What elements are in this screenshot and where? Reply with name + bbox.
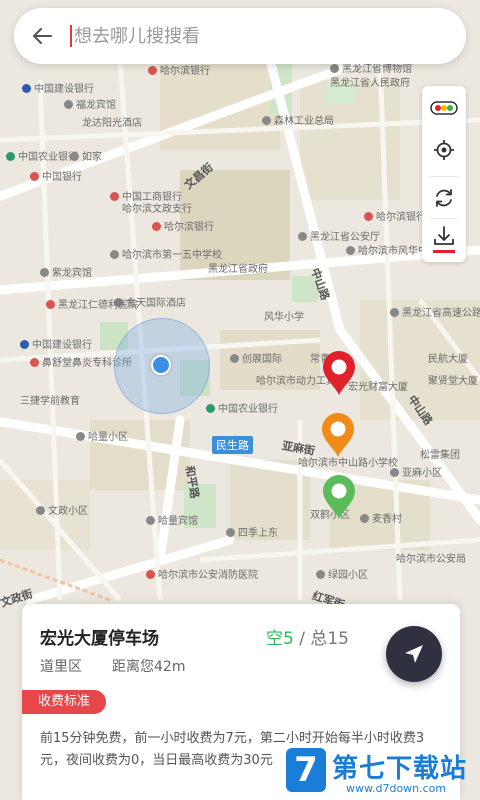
navigate-button[interactable]: [386, 626, 442, 682]
road-tag: 民生路: [212, 436, 253, 454]
watermark-url: www.d7down.com: [346, 782, 447, 795]
total-spaces: / 总15: [293, 629, 349, 649]
poi-label: 风华小学: [264, 312, 304, 323]
poi-label: 黑龙江仁德利医院: [46, 300, 138, 312]
navigation-arrow-icon: [405, 645, 423, 663]
locate-me-button[interactable]: [422, 130, 466, 170]
poi-label: 宏光财富大厦: [348, 382, 408, 393]
current-location-dot: [151, 355, 171, 375]
parking-district: 道里区: [40, 659, 82, 675]
parking-marker-red[interactable]: [321, 350, 357, 396]
toolbar-divider: [430, 218, 458, 219]
poi-label: 黑龙江省公安厅: [298, 232, 380, 244]
poi-label: 哈尔滨市中山路小学校: [298, 458, 398, 469]
poi-label: 如家: [70, 152, 102, 164]
poi-label: 哈尔滨文政支行: [122, 204, 192, 215]
poi-label: 黑龙江省人民政府: [330, 78, 410, 89]
poi-label: 黑龙江省博物馆: [330, 64, 412, 76]
toolbar-divider: [430, 176, 458, 177]
poi-label: 民航大厦: [428, 354, 468, 365]
poi-label: 聚贤堂大厦: [428, 376, 478, 387]
watermark-logo: 7: [286, 748, 326, 792]
map-toolbar: [422, 86, 466, 262]
back-button[interactable]: [14, 8, 70, 64]
poi-label: 亚麻小区: [390, 468, 442, 480]
refresh-button[interactable]: [422, 178, 466, 218]
text-cursor: [70, 25, 72, 47]
poi-label: 中国建设银行: [22, 84, 94, 96]
poi-label: 文政小区: [36, 506, 88, 518]
poi-label: 三捷学前教育: [20, 396, 80, 407]
poi-label: 麦香村: [360, 514, 402, 526]
poi-label: 哈尔滨市公安局: [396, 554, 466, 565]
parking-marker-green[interactable]: [321, 474, 357, 520]
poi-label: 哈尔滨银行: [148, 66, 210, 78]
parking-marker-orange[interactable]: [320, 412, 356, 458]
search-input[interactable]: [74, 25, 414, 47]
traffic-toggle-button[interactable]: [422, 88, 466, 128]
search-bar[interactable]: [14, 8, 466, 64]
poi-label: 紫龙宾馆: [40, 268, 92, 280]
poi-label: 黑龙江省政府: [208, 264, 268, 275]
watermark-title: 第七下载站: [332, 754, 468, 784]
poi-label: 创展国际: [230, 354, 282, 366]
poi-label: 中国农业银行: [206, 404, 278, 416]
poi-label: 哈尔滨银行: [152, 222, 214, 234]
parking-spaces: 空5 / 总15: [266, 624, 349, 649]
poi-label: 四季上东: [226, 528, 278, 540]
fee-standard-badge: 收费标准: [22, 690, 107, 714]
poi-label: 龙达阳光酒店: [82, 118, 142, 129]
arrow-left-icon: [33, 28, 52, 44]
download-button[interactable]: [422, 220, 466, 260]
refresh-icon: [436, 189, 452, 207]
poi-label: 哈量宾馆: [146, 516, 198, 528]
poi-label: 中国工商银行: [110, 192, 182, 204]
poi-label: 福龙宾馆: [64, 100, 116, 112]
traffic-light-icon: [430, 101, 458, 115]
poi-label: 哈尔滨市公安消防医院: [146, 570, 258, 582]
free-spaces: 空5: [266, 629, 294, 649]
poi-label: 森林工业总局: [262, 116, 334, 128]
poi-label: 松雷集团: [420, 450, 460, 461]
poi-label: 中国建设银行: [20, 340, 92, 352]
poi-label: 哈尔滨市第一五中学校: [110, 250, 222, 262]
poi-label: 中国银行: [30, 172, 82, 184]
poi-label: 哈量小区: [76, 432, 128, 444]
poi-label: 黑龙江省高速公路管理局: [390, 308, 480, 320]
site-watermark: 7 第七下载站 www.d7down.com: [286, 748, 476, 798]
poi-label: 中国农业银行: [6, 152, 78, 164]
download-icon: [433, 226, 455, 253]
parking-distance: 距离您42m: [112, 659, 186, 675]
poi-label: 哈尔滨银行: [364, 212, 426, 224]
parking-name: 宏光大厦停车场: [40, 629, 159, 649]
poi-label: 绿园小区: [316, 570, 368, 582]
crosshair-icon: [434, 140, 454, 160]
